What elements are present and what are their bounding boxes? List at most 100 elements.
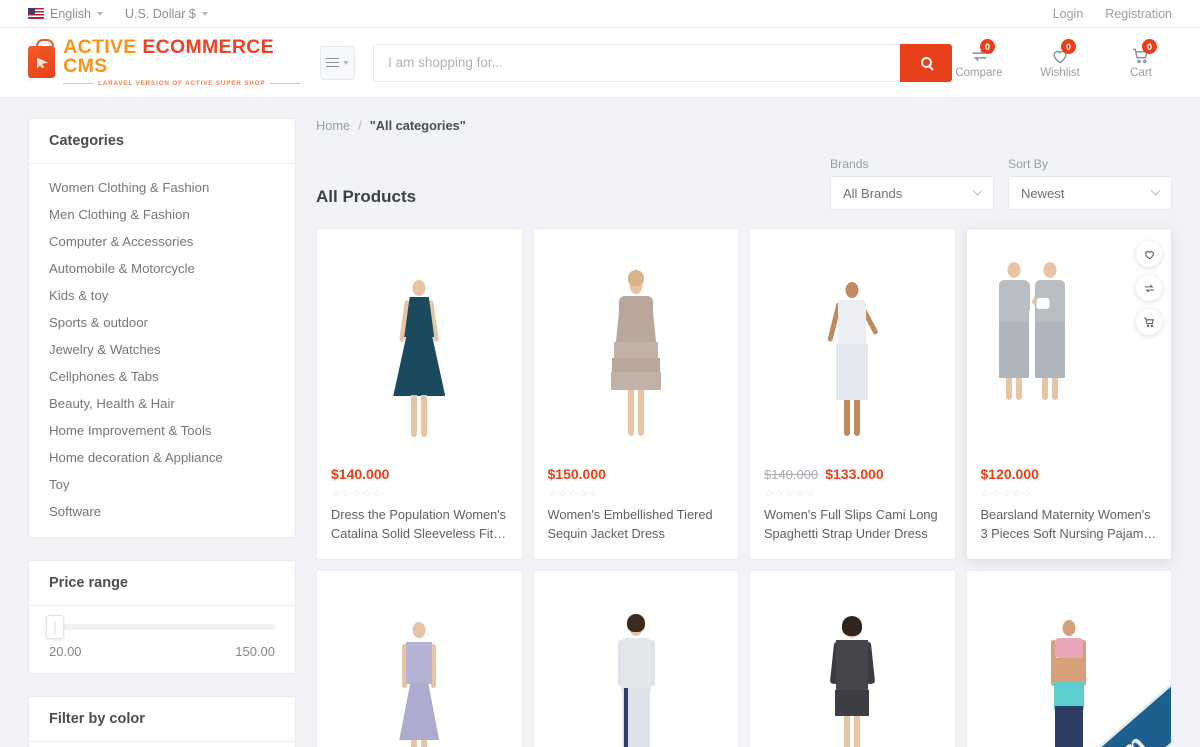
product-grid: $140.000 ☆☆☆☆☆ Dress the Population Wome… <box>316 228 1172 747</box>
product-card[interactable] <box>749 570 956 747</box>
search-button[interactable] <box>900 43 953 82</box>
product-card[interactable]: $120.000 ☆☆☆☆☆ Bearsland Maternity Women… <box>965 228 1172 561</box>
compare-label: Compare <box>955 67 1003 79</box>
sidebar-item-beauty[interactable]: Beauty, Health & Hair <box>29 390 295 417</box>
login-link[interactable]: Login <box>1053 7 1084 21</box>
currency-selector[interactable]: U.S. Dollar $ <box>125 7 208 21</box>
breadcrumb-current: "All categories" <box>369 118 466 133</box>
language-selector[interactable]: English <box>28 7 103 21</box>
us-flag-icon <box>28 8 44 19</box>
sidebar-item-home-improvement[interactable]: Home Improvement & Tools <box>29 417 295 444</box>
registration-link[interactable]: Registration <box>1105 7 1172 21</box>
sort-selected-value: Newest <box>1021 185 1065 201</box>
color-filter-panel: Filter by color <box>28 696 296 747</box>
sort-filter-group: Sort By Newest <box>1008 157 1172 210</box>
add-to-cart-icon[interactable] <box>1136 309 1162 335</box>
wishlist-action[interactable]: 0 Wishlist <box>1033 39 1087 79</box>
product-info: $140.000 ☆☆☆☆☆ Dress the Population Wome… <box>317 454 522 559</box>
sidebar-item-computer[interactable]: Computer & Accessories <box>29 228 295 255</box>
sidebar-item-sports[interactable]: Sports & outdoor <box>29 309 295 336</box>
filter-controls: Brands All Brands Sort By Newest <box>830 157 1172 210</box>
breadcrumb-separator: / <box>358 118 362 133</box>
page-body: Categories Women Clothing & Fashion Men … <box>0 98 1200 747</box>
product-price-row: $140.000 <box>331 466 508 482</box>
price-range-panel: Price range 20.00 150.00 <box>28 560 296 674</box>
cart-action[interactable]: 0 Cart <box>1114 39 1168 79</box>
brands-select[interactable]: All Brands <box>830 176 994 210</box>
product-rating: ☆☆☆☆☆ <box>547 488 600 500</box>
logo-tagline-text: LARAVEL VERSION OF ACTIVE SUPER SHOP <box>98 79 266 87</box>
currency-label: U.S. Dollar $ <box>125 6 196 21</box>
logo-tagline: LARAVEL VERSION OF ACTIVE SUPER SHOP <box>63 79 300 87</box>
search-icon <box>920 57 932 68</box>
wishlist-icon[interactable] <box>1136 241 1162 267</box>
sidebar-item-women-clothing[interactable]: Women Clothing & Fashion <box>29 174 295 201</box>
breadcrumb-home[interactable]: Home <box>316 118 350 133</box>
site-header: ACTIVE ECOMMERCE CMS LARAVEL VERSION OF … <box>0 28 1200 98</box>
product-price-row: $140.000 $133.000 <box>764 466 941 482</box>
price-range-title: Price range <box>29 561 295 606</box>
product-card[interactable]: XenVn.Com <box>965 570 1172 747</box>
breadcrumb: Home / "All categories" <box>316 118 1172 133</box>
product-price: $150.000 <box>547 466 606 482</box>
product-card[interactable] <box>532 570 739 747</box>
product-image <box>750 229 955 454</box>
model-illustration <box>792 254 912 454</box>
header-actions: 0 Compare 0 Wishlist 0 Cart <box>952 39 1172 79</box>
product-image <box>317 571 522 747</box>
top-bar: English U.S. Dollar $ Login Registration <box>0 0 1200 28</box>
price-slider-handle[interactable] <box>46 615 64 639</box>
category-menu-toggle[interactable] <box>320 45 356 80</box>
top-bar-left: English U.S. Dollar $ <box>28 7 208 21</box>
color-swatch-list <box>29 742 295 747</box>
sidebar-item-kids-toy[interactable]: Kids & toy <box>29 282 295 309</box>
price-max-value: 150.00 <box>235 644 275 659</box>
product-name[interactable]: Dress the Population Women's Catalina So… <box>331 506 508 543</box>
model-illustration <box>576 254 696 454</box>
product-name[interactable]: Women's Full Slips Cami Long Spaghetti S… <box>764 506 941 543</box>
sidebar-item-home-decoration[interactable]: Home decoration & Appliance <box>29 444 295 471</box>
model-illustration <box>1009 596 1129 747</box>
color-filter-title: Filter by color <box>29 697 295 742</box>
product-info: $140.000 $133.000 ☆☆☆☆☆ Women's Full Sli… <box>750 454 955 559</box>
logo-wordmark: ACTIVE ECOMMERCE CMS <box>63 35 300 78</box>
price-range-slider[interactable] <box>46 615 275 639</box>
sidebar-item-cellphones[interactable]: Cellphones & Tabs <box>29 363 295 390</box>
product-name[interactable]: Bearsland Maternity Women's 3 Pieces Sof… <box>981 506 1158 543</box>
product-image: XenVn.Com <box>966 571 1171 747</box>
compare-icon[interactable] <box>1136 275 1162 301</box>
sort-select[interactable]: Newest <box>1008 176 1172 210</box>
shopping-bag-logo-icon <box>28 39 56 79</box>
product-card[interactable]: $140.000 ☆☆☆☆☆ Dress the Population Wome… <box>316 228 523 561</box>
model-illustration <box>359 596 479 747</box>
brands-selected-value: All Brands <box>843 185 903 201</box>
search-box <box>373 43 953 82</box>
product-card[interactable]: $140.000 $133.000 ☆☆☆☆☆ Women's Full Sli… <box>749 228 956 561</box>
sidebar: Categories Women Clothing & Fashion Men … <box>28 118 296 747</box>
compare-action[interactable]: 0 Compare <box>952 39 1006 79</box>
search-input[interactable] <box>373 43 901 82</box>
product-info: $120.000 ☆☆☆☆☆ Bearsland Maternity Women… <box>967 454 1172 559</box>
compare-count-badge: 0 <box>980 39 996 54</box>
sidebar-item-toy[interactable]: Toy <box>29 471 295 498</box>
sidebar-item-men-clothing[interactable]: Men Clothing & Fashion <box>29 201 295 228</box>
product-card[interactable] <box>316 570 523 747</box>
logo-word-ecommerce: ECOMMERCE <box>142 35 274 58</box>
site-logo[interactable]: ACTIVE ECOMMERCE CMS LARAVEL VERSION OF … <box>28 35 300 87</box>
sort-label: Sort By <box>1008 157 1048 171</box>
price-min-value: 20.00 <box>49 644 82 659</box>
sidebar-item-jewelry[interactable]: Jewelry & Watches <box>29 336 295 363</box>
product-card[interactable]: $150.000 ☆☆☆☆☆ Women's Embellished Tiere… <box>532 228 739 561</box>
language-label: English <box>50 6 91 21</box>
categories-title: Categories <box>29 119 295 164</box>
product-price-row: $150.000 <box>548 466 725 482</box>
logo-word-cms: CMS <box>63 55 108 78</box>
brands-label: Brands <box>830 157 869 171</box>
sidebar-item-software[interactable]: Software <box>29 498 295 525</box>
sidebar-item-automobile[interactable]: Automobile & Motorcycle <box>29 255 295 282</box>
chevron-down-icon <box>201 11 208 16</box>
model-illustration <box>792 596 912 747</box>
category-list: Women Clothing & Fashion Men Clothing & … <box>29 164 295 537</box>
product-rating: ☆☆☆☆☆ <box>764 488 817 500</box>
product-name[interactable]: Women's Embellished Tiered Sequin Jacket… <box>548 506 725 543</box>
